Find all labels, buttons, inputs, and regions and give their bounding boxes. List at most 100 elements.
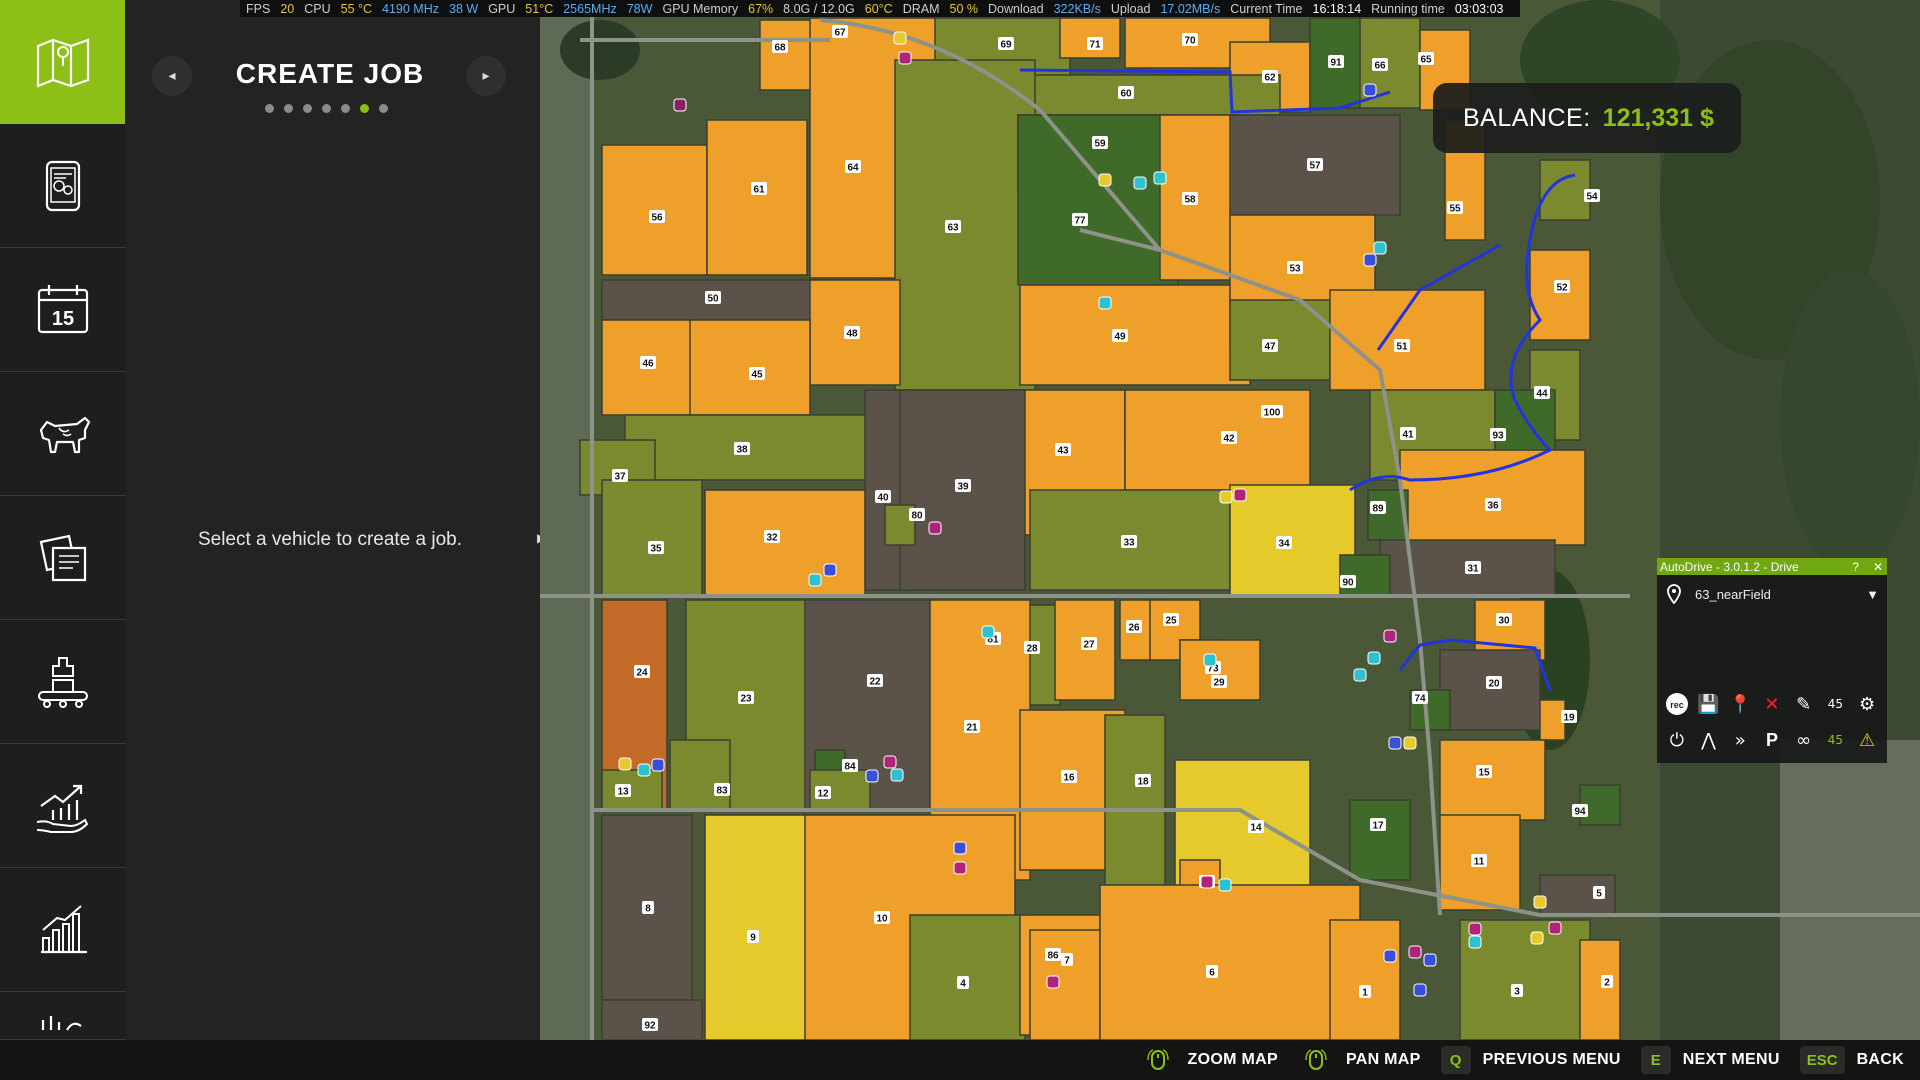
hint-back[interactable]: ESC BACK [1799, 1046, 1904, 1074]
field-42[interactable] [1124, 389, 1311, 491]
sidebar-item-more[interactable] [0, 992, 125, 1040]
map-hotspot-icon[interactable] [1468, 922, 1482, 936]
speed-icon[interactable]: 45 [1821, 690, 1849, 718]
map-hotspot-icon[interactable] [890, 768, 904, 782]
field-36[interactable] [1399, 449, 1586, 546]
map-hotspot-icon[interactable] [1153, 171, 1167, 185]
sidebar-item-calendar[interactable]: 15 [0, 248, 125, 372]
map-hotspot-icon[interactable] [1530, 931, 1544, 945]
autodrive-close-button[interactable]: ✕ [1873, 560, 1883, 574]
map-hotspot-icon[interactable] [1203, 653, 1217, 667]
map-hotspot-icon[interactable] [1233, 488, 1247, 502]
sidebar-item-production[interactable] [0, 620, 125, 744]
map-hotspot-icon[interactable] [898, 51, 912, 65]
field-20[interactable] [1439, 649, 1541, 731]
hint-zoom-map[interactable]: ZOOM MAP [1140, 1046, 1278, 1074]
parking-icon[interactable]: P [1758, 726, 1786, 754]
field-35[interactable] [601, 479, 703, 596]
map-hotspot-icon[interactable] [865, 769, 879, 783]
field-18[interactable] [1104, 714, 1166, 886]
map-hotspot-icon[interactable] [953, 861, 967, 875]
map-hotspot-icon[interactable] [637, 763, 651, 777]
field-1[interactable] [1329, 919, 1401, 1040]
map-hotspot-icon[interactable] [953, 841, 967, 855]
route-mode-icon[interactable]: ⋀ [1695, 726, 1723, 754]
field-60[interactable] [1019, 74, 1281, 116]
map-hotspot-icon[interactable] [1098, 296, 1112, 310]
hint-pan-map[interactable]: PAN MAP [1298, 1046, 1421, 1074]
map-hotspot-icon[interactable] [981, 625, 995, 639]
map-hotspot-icon[interactable] [1388, 736, 1402, 750]
map-hotspot-icon[interactable] [1363, 83, 1377, 97]
sidebar-item-map[interactable] [0, 0, 131, 124]
gear-icon[interactable]: ⚙ [1853, 690, 1881, 718]
record-icon[interactable]: rec [1663, 690, 1691, 718]
create-job-panel: ◂ CREATE JOB ▸ Select a vehicle to creat… [125, 0, 546, 1040]
next-page-button[interactable]: ▸ [466, 56, 506, 96]
map-hotspot-icon[interactable] [893, 31, 907, 45]
map-canvas[interactable]: 686769 71 706291 66656056616463597758575554… [540, 0, 1920, 1040]
field-32[interactable] [704, 489, 866, 596]
field-17[interactable] [1349, 799, 1411, 881]
sidebar-item-contracts[interactable] [0, 124, 125, 248]
edit-waypoint-icon[interactable]: ✎ [1790, 690, 1818, 718]
field-6[interactable] [1099, 884, 1361, 1040]
forward-icon[interactable]: » [1726, 726, 1754, 754]
field-49[interactable] [1019, 284, 1251, 386]
map-hotspot-icon[interactable] [1468, 935, 1482, 949]
field-13[interactable] [601, 769, 663, 811]
field-63[interactable] [894, 59, 1036, 391]
farm-map[interactable]: 68 67 69 71 70 62 91 66 65 60 56 61 64 63 59 77 58 57 55 54… [540, 0, 1920, 1040]
map-hotspot-icon[interactable] [1046, 975, 1060, 989]
map-hotspot-icon[interactable] [1200, 875, 1214, 889]
remove-waypoint-icon[interactable]: ✕ [1758, 690, 1786, 718]
map-hotspot-icon[interactable] [1383, 949, 1397, 963]
map-hotspot-icon[interactable] [928, 521, 942, 535]
speed-limit-icon[interactable]: 45 [1821, 726, 1849, 754]
map-hotspot-icon[interactable] [1363, 253, 1377, 267]
map-hotspot-icon[interactable] [1533, 895, 1547, 909]
power-icon[interactable]: ⏻ [1663, 726, 1691, 754]
map-hotspot-icon[interactable] [1413, 983, 1427, 997]
autodrive-destination-select[interactable]: 63_nearField ▼ [1657, 579, 1887, 609]
map-hotspot-icon[interactable] [1403, 736, 1417, 750]
map-hotspot-icon[interactable] [673, 98, 687, 112]
sidebar-item-documents[interactable] [0, 496, 125, 620]
map-hotspot-icon[interactable] [1373, 241, 1387, 255]
field-34[interactable] [1229, 484, 1356, 596]
field-61[interactable] [706, 119, 808, 276]
sidebar-item-animals[interactable] [0, 372, 125, 496]
map-hotspot-icon[interactable] [808, 573, 822, 587]
field-52[interactable] [1529, 249, 1591, 341]
hint-next-menu[interactable]: E NEXT MENU [1640, 1046, 1780, 1074]
map-hotspot-icon[interactable] [1219, 490, 1233, 504]
map-hotspot-icon[interactable] [651, 758, 665, 772]
field-83[interactable] [669, 739, 731, 811]
field-38[interactable] [624, 414, 886, 481]
autodrive-header[interactable]: AutoDrive - 3.0.1.2 - Drive ? ✕ [1657, 558, 1887, 575]
field-7[interactable] [1029, 929, 1101, 1040]
field-15[interactable] [1439, 739, 1546, 821]
add-waypoint-icon[interactable]: 📍 [1726, 690, 1754, 718]
field-2[interactable] [1579, 939, 1621, 1040]
sidebar-item-finances[interactable] [0, 744, 125, 868]
map-hotspot-icon[interactable] [1098, 173, 1112, 187]
sidebar-item-statistics[interactable] [0, 868, 125, 992]
warning-icon[interactable]: ⚠ [1853, 726, 1881, 754]
map-hotspot-icon[interactable] [1367, 651, 1381, 665]
map-hotspot-icon[interactable] [1383, 629, 1397, 643]
map-hotspot-icon[interactable] [618, 757, 632, 771]
hint-previous-menu[interactable]: Q PREVIOUS MENU [1440, 1046, 1621, 1074]
map-hotspot-icon[interactable] [883, 755, 897, 769]
map-hotspot-icon[interactable] [1423, 953, 1437, 967]
map-hotspot-icon[interactable] [1218, 878, 1232, 892]
map-hotspot-icon[interactable] [1353, 668, 1367, 682]
map-hotspot-icon[interactable] [823, 563, 837, 577]
map-hotspot-icon[interactable] [1408, 945, 1422, 959]
field-9[interactable] [704, 814, 816, 1040]
autodrive-help-button[interactable]: ? [1852, 560, 1859, 574]
map-hotspot-icon[interactable] [1133, 176, 1147, 190]
loop-icon[interactable]: ∞ [1790, 726, 1818, 754]
save-icon[interactable]: 💾 [1695, 690, 1723, 718]
map-hotspot-icon[interactable] [1548, 921, 1562, 935]
